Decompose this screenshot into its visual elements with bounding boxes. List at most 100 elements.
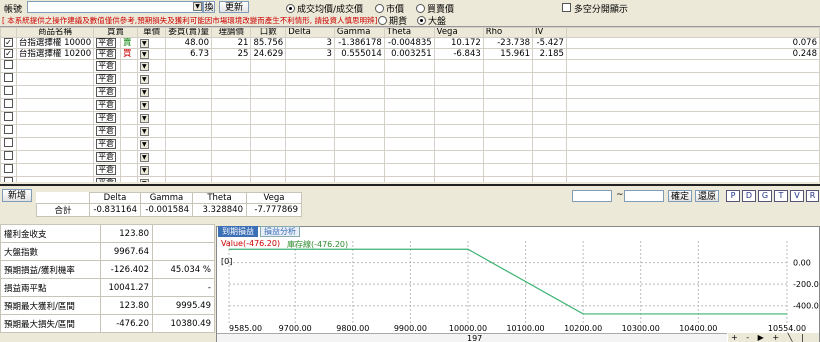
row-checkbox[interactable] (3, 138, 13, 147)
table-row[interactable]: 平倉 ▼ (0, 98, 820, 112)
delta-value: 0.555014 (333, 48, 385, 60)
table-row[interactable]: ✓ 台指選擇權 10000 平倉賣 ▼ 48.00 21 85.756 3 -1.386178-… (0, 37, 820, 49)
table-row[interactable]: 平倉 ▼ (0, 124, 820, 138)
col-header-side: 買賣 (93, 27, 138, 38)
restore-button[interactable]: 還原 (695, 190, 719, 202)
chevron-down-icon[interactable]: ▼ (139, 179, 149, 182)
table-row[interactable]: ✓ 台指選擇權 10200 平倉買 ▼ 6.73 25 24.629 3 0.555014 0.0… (0, 48, 820, 60)
close-position-button[interactable]: 平倉 (96, 61, 117, 71)
info-value-2: - (152, 278, 215, 297)
col-header-delta: Delta (285, 27, 335, 38)
table-row[interactable]: 平倉 ▼ (0, 150, 820, 164)
radio-option-avg-price[interactable]: 成交均價/成交價 (286, 2, 363, 15)
row-checkbox[interactable] (3, 112, 13, 121)
close-position-button[interactable]: 平倉 (96, 38, 117, 48)
legend-curve: 庫存線(-476.20) (287, 240, 349, 249)
row-checkbox[interactable] (3, 99, 13, 108)
tool-d-button[interactable]: D (742, 190, 756, 202)
table-row[interactable]: 平倉 ▼ (0, 163, 820, 177)
table-row[interactable]: 平倉 ▼ (0, 176, 820, 182)
chevron-down-icon[interactable]: ▼ (139, 75, 149, 84)
row-checkbox[interactable] (3, 86, 13, 95)
refresh-button[interactable]: 更新 (219, 1, 249, 13)
info-row: 大盤指數 9967.64 (0, 242, 215, 261)
tool-p-button[interactable]: P (726, 190, 740, 202)
pnl-chart[interactable]: 9585.00 9700.00 9800.00 9900.00 10000.00 1010… (216, 226, 820, 342)
row-checkbox[interactable] (3, 73, 13, 82)
account-select[interactable]: ▼ (27, 1, 203, 13)
confirm-button[interactable]: 確定 (668, 190, 692, 202)
lower-panel: 新增 Delta Gamma Theta Vega 合計 -0.831164 -… (0, 184, 820, 342)
range-start-input[interactable] (572, 190, 612, 202)
qty-value[interactable]: 25 (210, 48, 252, 60)
tool-r-button[interactable]: R (806, 190, 819, 202)
chevron-down-icon[interactable]: ▼ (193, 2, 202, 11)
chevron-down-icon[interactable]: ▼ (139, 114, 149, 123)
table-row[interactable]: 平倉 ▼ (0, 59, 820, 73)
tool-t-button[interactable]: T (774, 190, 788, 202)
table-row[interactable]: 平倉 ▼ (0, 85, 820, 99)
row-checkbox[interactable] (3, 125, 13, 134)
qty-value[interactable]: 21 (210, 37, 252, 49)
tool-g-button[interactable]: G (758, 190, 772, 202)
close-position-button[interactable]: 平倉 (96, 126, 117, 136)
chevron-down-icon[interactable]: ▼ (139, 88, 149, 97)
close-position-button[interactable]: 平倉 (96, 49, 117, 59)
chevron-down-icon[interactable]: ▼ (139, 127, 149, 136)
tool-v-button[interactable]: V (790, 190, 804, 202)
close-position-button[interactable]: 平倉 (96, 178, 117, 182)
lots-value[interactable]: 3 (285, 48, 335, 60)
summary-total-label: 合計 (36, 203, 90, 217)
tab-expiry-pnl[interactable]: 到期損益 (218, 226, 258, 237)
chart-scrollbar[interactable]: 197 (217, 333, 727, 342)
close-position-button[interactable]: 平倉 (96, 165, 117, 175)
switch-button[interactable]: 換 (203, 1, 215, 13)
grid-header-row: 商品名稱 買賣 單價 委買(賣)量 理論價 口數 Delta Gamma The… (0, 27, 820, 38)
disclaimer-text: [ 本系統提供之操作建議及數值僅供參考,預期損失及獲利可能因市場環境改變而產生不… (2, 16, 378, 25)
close-position-button[interactable]: 平倉 (96, 139, 117, 149)
close-position-button[interactable]: 平倉 (96, 113, 117, 123)
col-header-theo: 理論價 (210, 27, 252, 38)
close-position-button[interactable]: 平倉 (96, 87, 117, 97)
radio-selected-icon (286, 4, 295, 13)
chevron-down-icon[interactable]: ▼ (139, 166, 149, 175)
x-tick-label: 10400.00 (679, 324, 717, 333)
iv-value: 0.076 (565, 37, 820, 49)
cursor-x-value: 197 (467, 334, 483, 342)
price-value[interactable]: 48.00 (165, 37, 212, 49)
chevron-down-icon[interactable]: ▼ (139, 62, 149, 71)
table-row[interactable]: 平倉 ▼ (0, 72, 820, 86)
chevron-down-icon[interactable]: ▼ (139, 101, 149, 110)
chevron-down-icon[interactable]: ▼ (139, 140, 149, 149)
radio-icon (416, 4, 425, 13)
summary-header-delta: Delta (89, 192, 141, 204)
chevron-down-icon[interactable]: ▼ (139, 153, 149, 162)
chevron-down-icon[interactable]: ▼ (139, 39, 149, 48)
table-row[interactable]: 平倉 ▼ (0, 111, 820, 125)
range-end-input[interactable] (624, 190, 664, 202)
close-position-button[interactable]: 平倉 (96, 100, 117, 110)
tab-pnl-analysis[interactable]: 損益分析 (260, 226, 300, 237)
add-button[interactable]: 新增 (2, 189, 32, 202)
col-header-theta: Theta (383, 27, 435, 38)
row-checkbox[interactable]: ✓ (3, 38, 13, 47)
account-label: 帳號 (4, 5, 23, 15)
table-row[interactable]: 平倉 ▼ (0, 137, 820, 151)
row-checkbox[interactable] (3, 164, 13, 173)
chart-zoom-tools[interactable]: + - ▶ + ╲ | ≡ (728, 333, 819, 342)
close-position-button[interactable]: 平倉 (96, 74, 117, 84)
row-checkbox[interactable] (3, 151, 13, 160)
close-position-button[interactable]: 平倉 (96, 152, 117, 162)
price-value[interactable]: 6.73 (165, 48, 212, 60)
gamma-value: 0.003251 (383, 48, 435, 60)
row-checkbox[interactable]: ✓ (3, 49, 13, 58)
row-checkbox[interactable] (3, 177, 13, 182)
row-checkbox[interactable] (3, 60, 13, 69)
lots-value[interactable]: 3 (285, 37, 335, 49)
col-header-gamma: Gamma (333, 27, 385, 38)
x-tick-label: 9900.00 (394, 324, 427, 333)
chevron-down-icon[interactable]: ▼ (139, 50, 149, 59)
multi-display-checkbox[interactable]: 多空分開顯示 (562, 2, 628, 15)
info-value-1: 10041.27 (100, 278, 153, 297)
vega-value: 15.961 (482, 48, 534, 60)
